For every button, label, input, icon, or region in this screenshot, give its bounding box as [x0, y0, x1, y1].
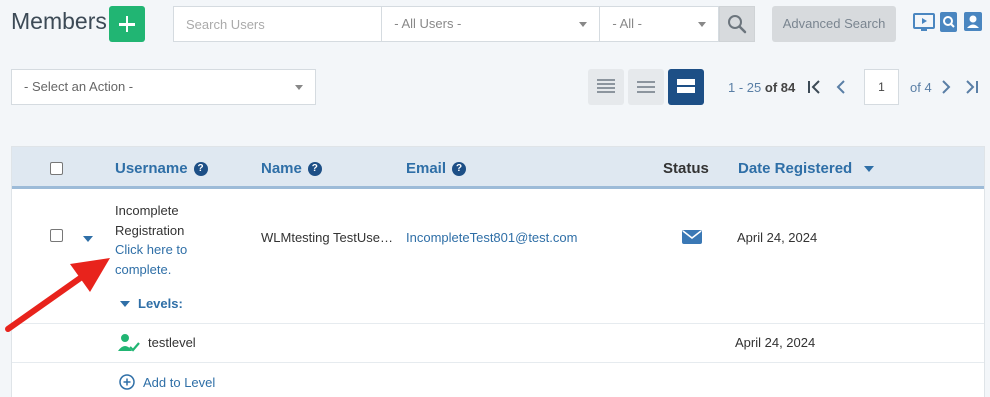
- status-filter-select[interactable]: - All -: [600, 7, 718, 41]
- header-email[interactable]: Email ?: [406, 160, 467, 177]
- chevron-down-icon: [579, 22, 588, 27]
- range-start: 1 - 25: [728, 80, 762, 95]
- table-header: Username ? Name ? Email ? Status Date Re…: [12, 147, 984, 189]
- complete-registration-link[interactable]: Click here to complete.: [115, 240, 187, 279]
- video-tutorial-icon[interactable]: [913, 11, 935, 33]
- page-total: of 4: [910, 80, 932, 95]
- normal-view-button[interactable]: [628, 69, 664, 105]
- advanced-search-button[interactable]: Advanced Search: [772, 6, 896, 42]
- members-table: Username ? Name ? Email ? Status Date Re…: [11, 146, 985, 397]
- status-filter-value: - All -: [612, 16, 643, 31]
- next-page-icon[interactable]: [937, 78, 955, 96]
- expand-row-icon[interactable]: [83, 236, 93, 242]
- header-date-registered[interactable]: Date Registered: [738, 160, 875, 177]
- action-select[interactable]: - Select an Action -: [11, 69, 316, 105]
- header-status: Status: [663, 160, 709, 177]
- username-status-line2: Registration: [115, 222, 185, 238]
- plus-circle-icon: [119, 374, 135, 390]
- row-checkbox[interactable]: [50, 229, 63, 242]
- collapse-levels-icon: [120, 300, 130, 307]
- add-to-level-button[interactable]: Add to Level: [119, 374, 215, 390]
- row-divider: [12, 323, 984, 324]
- header-name[interactable]: Name ?: [261, 160, 322, 177]
- user-profile-icon[interactable]: [962, 11, 984, 33]
- name-cell[interactable]: WLMtesting TestUse…: [261, 230, 393, 245]
- compact-view-button[interactable]: [588, 69, 624, 105]
- help-icon[interactable]: ?: [193, 161, 208, 176]
- chevron-down-icon: [698, 22, 706, 27]
- date-registered-cell: April 24, 2024: [737, 230, 818, 245]
- email-status-icon: [682, 230, 702, 244]
- search-document-icon[interactable]: [938, 11, 960, 33]
- level-date: April 24, 2024: [735, 335, 816, 350]
- page-number-input[interactable]: 1: [864, 69, 899, 105]
- list-view-icon: [637, 81, 655, 95]
- sort-desc-icon: [864, 165, 875, 172]
- level-name[interactable]: testlevel: [148, 335, 196, 350]
- last-page-icon[interactable]: [962, 78, 980, 96]
- search-bar: - All Users - - All -: [173, 6, 719, 42]
- add-member-button[interactable]: [109, 6, 145, 42]
- username-status-line1: Incomplete: [115, 203, 179, 218]
- action-select-value: - Select an Action -: [24, 79, 134, 94]
- previous-page-icon[interactable]: [832, 78, 850, 96]
- search-icon: [728, 15, 747, 34]
- users-filter-select[interactable]: - All Users -: [382, 7, 601, 41]
- pagination-range: 1 - 25 of 84: [728, 80, 795, 95]
- annotation-arrow: [5, 258, 110, 332]
- email-link[interactable]: IncompleteTest801@test.com: [406, 230, 577, 245]
- username-cell: Incomplete Registration Click here to co…: [115, 201, 187, 279]
- range-total: of 84: [764, 80, 796, 95]
- row-divider: [12, 362, 984, 363]
- user-check-icon: [118, 334, 140, 352]
- help-icon[interactable]: ?: [307, 161, 322, 176]
- select-all-checkbox[interactable]: [50, 162, 63, 175]
- chevron-down-icon: [295, 85, 303, 90]
- expanded-view-button[interactable]: [668, 69, 704, 105]
- search-input[interactable]: [174, 7, 383, 41]
- list-view-icon: [597, 79, 615, 95]
- first-page-icon[interactable]: [806, 78, 824, 96]
- header-username[interactable]: Username ?: [115, 160, 208, 177]
- levels-toggle[interactable]: Levels:: [120, 296, 183, 311]
- help-icon[interactable]: ?: [452, 161, 467, 176]
- page-title: Members: [11, 8, 107, 34]
- users-filter-value: - All Users -: [394, 16, 462, 31]
- search-button[interactable]: [719, 6, 755, 42]
- block-view-icon: [677, 79, 695, 95]
